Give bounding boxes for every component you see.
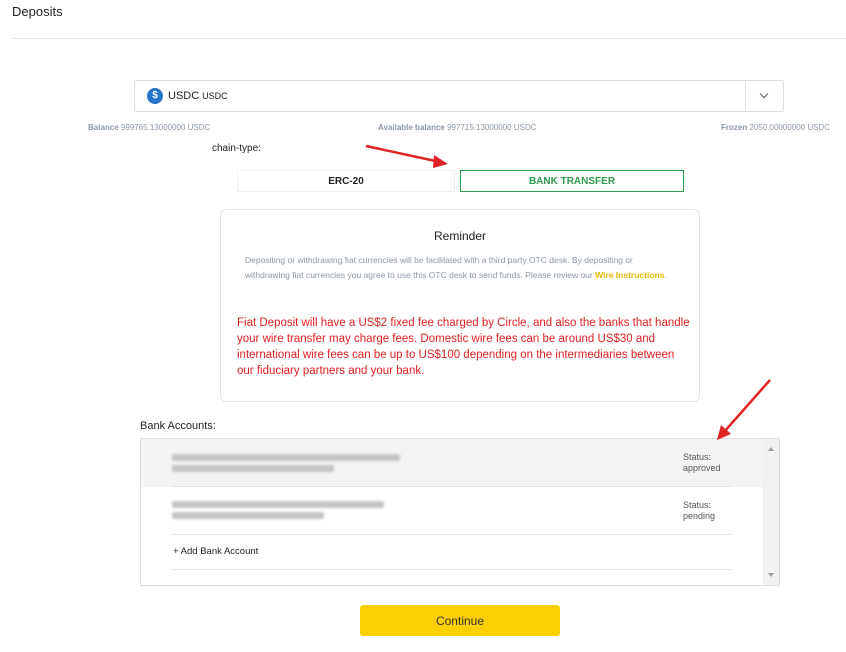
tab-erc20[interactable]: ERC-20 xyxy=(237,170,455,192)
fee-notice: Fiat Deposit will have a US$2 fixed fee … xyxy=(237,317,690,377)
red-arrow-icon xyxy=(717,379,771,440)
redacted-account-number xyxy=(172,465,334,472)
balance-label: Balance xyxy=(88,123,119,132)
currency-symbol: USDC xyxy=(202,91,228,101)
reminder-end: . xyxy=(664,269,667,280)
balance-frozen: Frozen 2050.00000000 USDC xyxy=(721,123,830,132)
wire-instructions-link[interactable]: Wire Instructions xyxy=(595,270,664,280)
balance-value: 999765.13000000 USDC xyxy=(120,123,211,132)
red-arrow-icon xyxy=(365,144,448,168)
balance-available: Available balance 997715.13000000 USDC xyxy=(378,123,537,132)
continue-button[interactable]: Continue xyxy=(360,605,560,636)
available-label: Available balance xyxy=(378,123,445,132)
currency-dropdown-toggle[interactable] xyxy=(745,81,783,111)
page-title: Deposits xyxy=(12,4,63,19)
bank-accounts-list[interactable]: Status: approved Status: pending + Add B… xyxy=(140,438,780,586)
redacted-bank-name xyxy=(172,501,384,508)
frozen-value: 2050.00000000 USDC xyxy=(749,123,830,132)
bank-account-row[interactable]: Status: pending xyxy=(141,487,763,535)
bank-status: Status: pending xyxy=(683,500,716,521)
balance-total: Balance 999765.13000000 USDC xyxy=(88,123,210,132)
scroll-down-icon[interactable] xyxy=(768,573,774,577)
redacted-account-number xyxy=(172,512,324,519)
reminder-text: Depositing or withdrawing fiat currencie… xyxy=(245,253,675,282)
currency-name: USDC xyxy=(168,90,200,102)
list-divider xyxy=(171,569,731,570)
bank-status: Status: approved xyxy=(683,452,721,473)
redacted-bank-name xyxy=(172,454,400,461)
frozen-label: Frozen xyxy=(721,123,748,132)
title-divider xyxy=(12,38,846,39)
currency-label: USDC USDC xyxy=(168,90,228,102)
chain-type-label: chain-type: xyxy=(212,143,261,154)
bank-accounts-label: Bank Accounts: xyxy=(140,420,216,432)
reminder-panel: Reminder Depositing or withdrawing fiat … xyxy=(220,209,700,402)
chevron-down-icon xyxy=(759,89,769,99)
scroll-up-icon[interactable] xyxy=(768,447,774,451)
list-scrollbar[interactable] xyxy=(763,439,779,585)
reminder-title: Reminder xyxy=(433,229,487,243)
currency-select[interactable]: $ USDC USDC xyxy=(134,80,784,112)
usdc-coin-icon: $ xyxy=(147,88,163,104)
available-value: 997715.13000000 USDC xyxy=(447,123,537,132)
reminder-body: Depositing or withdrawing fiat currencie… xyxy=(245,255,633,280)
add-bank-account-button[interactable]: + Add Bank Account xyxy=(173,546,258,557)
tab-bank-transfer[interactable]: BANK TRANSFER xyxy=(460,170,684,192)
bank-account-row[interactable]: Status: approved xyxy=(141,439,763,487)
